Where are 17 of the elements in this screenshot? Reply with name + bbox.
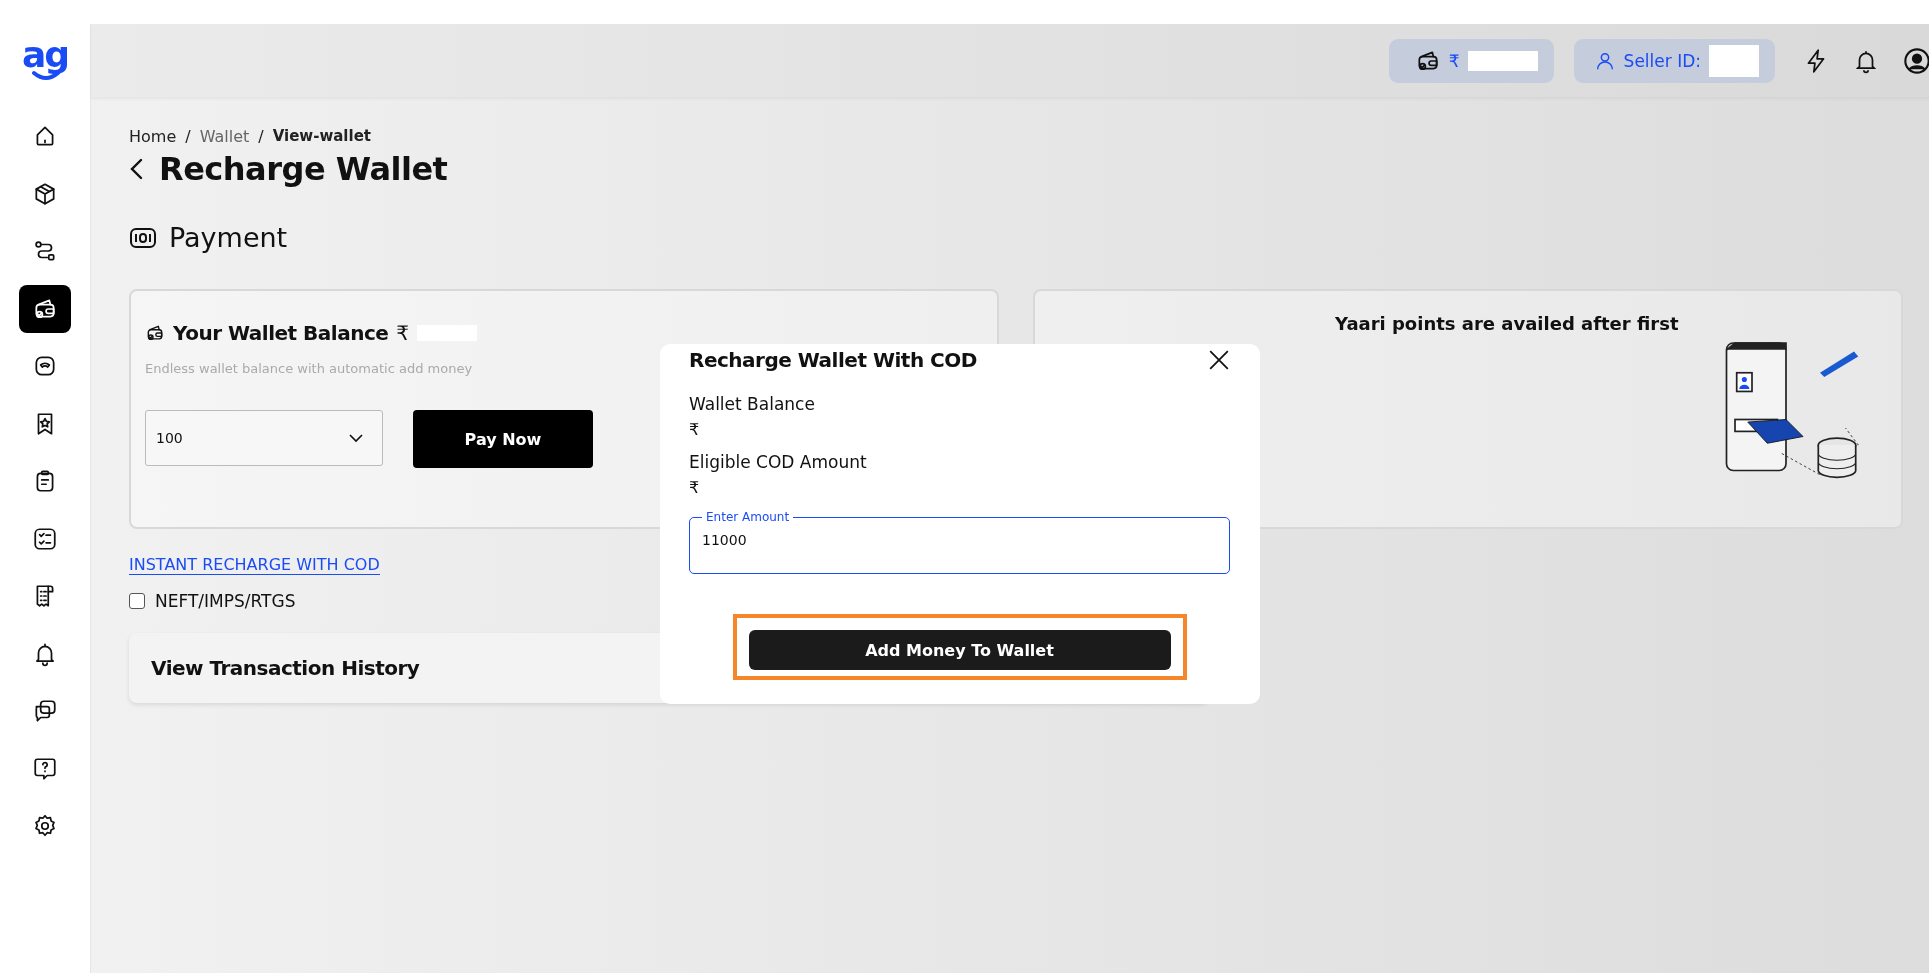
modal-title: Recharge Wallet With COD xyxy=(689,348,977,372)
checkbox-label: NEFT/IMPS/RTGS xyxy=(155,591,296,611)
field-label: Wallet Balance xyxy=(689,394,816,414)
page-title: Recharge Wallet xyxy=(159,150,448,188)
section-title: Payment xyxy=(169,222,288,253)
breadcrumb-separator: / xyxy=(185,127,191,146)
field-value: ₹ xyxy=(689,478,701,492)
currency-symbol: ₹ xyxy=(396,321,409,345)
field-label: Eligible COD Amount xyxy=(689,452,868,472)
seller-id-label: Seller ID: xyxy=(1623,50,1701,71)
field-value: ₹ xyxy=(689,420,701,434)
transaction-history-title: View Transaction History xyxy=(151,656,420,680)
wallet-subtitle: Endless wallet balance with automatic add money xyxy=(145,361,473,376)
promo-text: Yaari points are availed after first xyxy=(1335,313,1679,334)
wallet-balance-title: Your Wallet Balance xyxy=(173,321,389,345)
currency-symbol: ₹ xyxy=(1448,50,1460,71)
breadcrumb-separator: / xyxy=(258,127,264,146)
